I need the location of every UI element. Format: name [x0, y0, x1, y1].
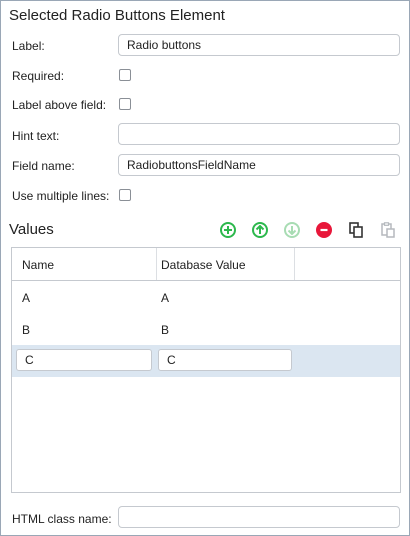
- table-row-selected[interactable]: [12, 345, 400, 377]
- delete-icon: [316, 222, 332, 238]
- copy-button[interactable]: [347, 221, 365, 239]
- required-checkbox[interactable]: [119, 69, 131, 81]
- html-class-caption: HTML class name:: [12, 512, 112, 526]
- required-caption: Required:: [12, 69, 65, 83]
- cell-name-input[interactable]: [16, 349, 152, 371]
- column-divider: [294, 248, 295, 280]
- multiline-checkbox[interactable]: [119, 189, 131, 201]
- cell-database-value: B: [161, 323, 170, 337]
- move-up-icon: [252, 222, 268, 238]
- add-value-button[interactable]: [219, 221, 237, 239]
- label-above-checkbox[interactable]: [119, 98, 131, 110]
- add-icon: [220, 222, 236, 238]
- panel-title: Selected Radio Buttons Element: [9, 7, 225, 24]
- copy-icon: [349, 222, 363, 238]
- cell-name: A: [22, 291, 31, 305]
- column-header-database-value[interactable]: Database Value: [161, 258, 246, 272]
- paste-icon: [381, 222, 395, 238]
- cell-database-value: A: [161, 291, 170, 305]
- values-grid: Name Database Value A A B B: [11, 247, 401, 493]
- column-divider: [156, 248, 157, 280]
- label-caption: Label:: [12, 39, 45, 53]
- html-class-input[interactable]: [118, 506, 400, 528]
- field-name-caption: Field name:: [12, 159, 75, 173]
- label-above-caption: Label above field:: [12, 98, 107, 112]
- column-header-name[interactable]: Name: [22, 258, 54, 272]
- paste-button[interactable]: [379, 221, 397, 239]
- table-row[interactable]: A A: [12, 281, 400, 313]
- hint-caption: Hint text:: [12, 129, 60, 143]
- move-down-button[interactable]: [283, 221, 301, 239]
- table-row[interactable]: B B: [12, 313, 400, 345]
- delete-value-button[interactable]: [315, 221, 333, 239]
- properties-panel: Selected Radio Buttons Element Label: Re…: [0, 0, 410, 536]
- cell-name: B: [22, 323, 31, 337]
- grid-header: Name Database Value: [12, 248, 400, 281]
- move-up-button[interactable]: [251, 221, 269, 239]
- hint-input[interactable]: [118, 123, 400, 145]
- label-input[interactable]: [118, 34, 400, 56]
- move-down-icon: [284, 222, 300, 238]
- multiline-caption: Use multiple lines:: [12, 189, 110, 203]
- field-name-input[interactable]: [118, 154, 400, 176]
- values-title: Values: [9, 221, 54, 238]
- cell-database-value-input[interactable]: [158, 349, 292, 371]
